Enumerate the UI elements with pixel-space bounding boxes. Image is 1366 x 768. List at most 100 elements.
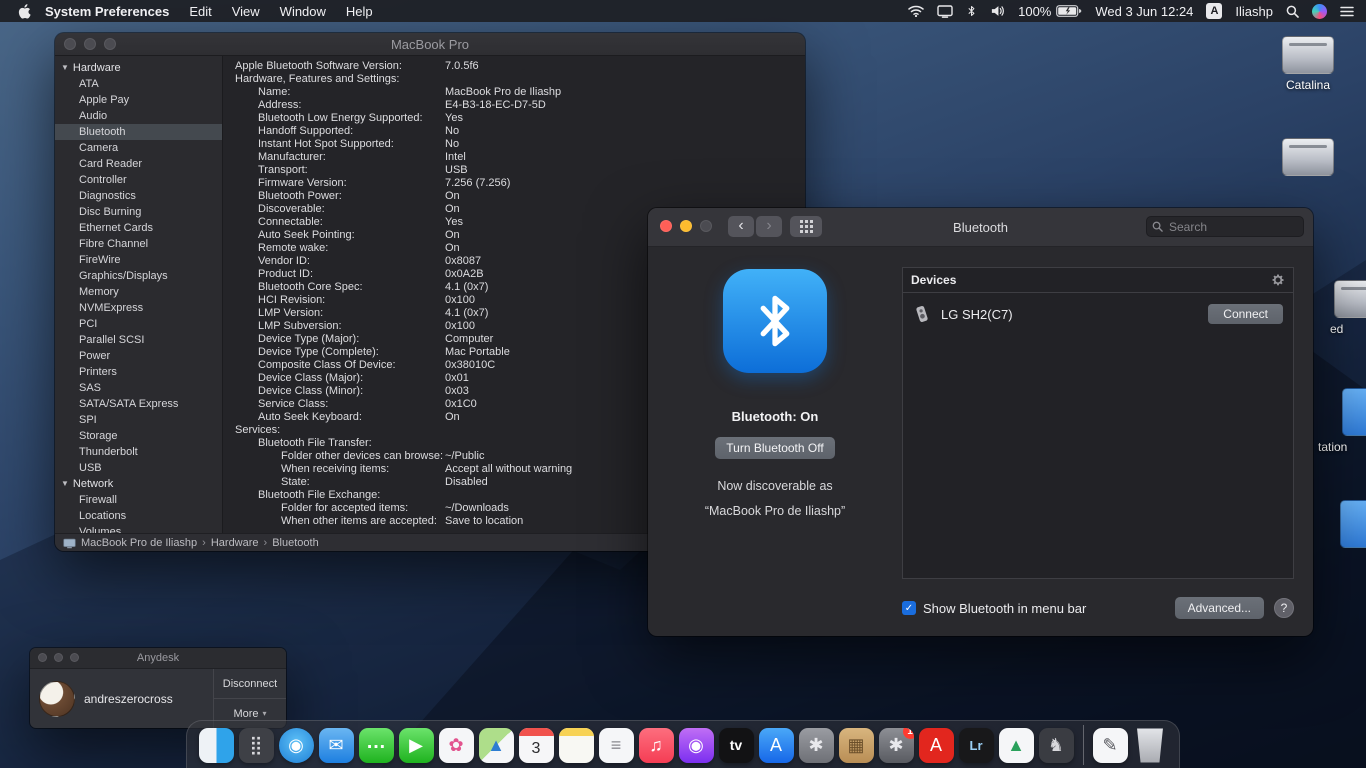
dock-calendar[interactable]: 3 <box>517 726 555 764</box>
disclosure-triangle-icon[interactable]: ▼ <box>61 476 69 492</box>
sidebar-item[interactable]: ▼NVMExpress <box>55 300 222 316</box>
sidebar-item[interactable]: ▼Camera <box>55 140 222 156</box>
siri-icon[interactable] <box>1312 4 1327 19</box>
sidebar-item[interactable]: ▼Network <box>55 476 222 492</box>
menu-item[interactable]: Window <box>280 4 326 19</box>
sidebar-item[interactable]: ▼Graphics/Displays <box>55 268 222 284</box>
sidebar-item[interactable]: ▼Thunderbolt <box>55 444 222 460</box>
connect-button[interactable]: Connect <box>1208 304 1283 324</box>
sidebar-item[interactable]: ▼Fibre Channel <box>55 236 222 252</box>
sidebar-item[interactable]: ▼Firewall <box>55 492 222 508</box>
sidebar-item[interactable]: ▼Card Reader <box>55 156 222 172</box>
minimize-button[interactable] <box>680 220 692 232</box>
dock-notes[interactable] <box>557 726 595 764</box>
sidebar-item[interactable]: ▼Parallel SCSI <box>55 332 222 348</box>
desktop-icon-catalina[interactable]: Catalina <box>1270 36 1346 92</box>
dock-google-drive[interactable]: ▲ <box>997 726 1035 764</box>
search-input[interactable] <box>1167 219 1298 235</box>
close-button[interactable] <box>64 38 76 50</box>
dock-podcasts[interactable]: ◉ <box>677 726 715 764</box>
dock-facetime[interactable]: ▶ <box>397 726 435 764</box>
sidebar-item[interactable]: ▼SAS <box>55 380 222 396</box>
sidebar-item[interactable]: ▼Bluetooth <box>55 124 222 140</box>
dock-system-preferences[interactable]: ✱ <box>797 726 835 764</box>
dock-photos[interactable]: ✿ <box>437 726 475 764</box>
menu-bar-clock[interactable]: Wed 3 Jun 12:24 <box>1095 4 1193 19</box>
search-field[interactable] <box>1146 216 1304 237</box>
close-button[interactable] <box>660 220 672 232</box>
fast-user-switching[interactable]: Iliashp <box>1235 4 1273 19</box>
dock-finder[interactable] <box>197 726 235 764</box>
help-button[interactable]: ? <box>1274 598 1294 618</box>
dock-toolbox[interactable]: ▦ <box>837 726 875 764</box>
dock-maps[interactable]: ▲ <box>477 726 515 764</box>
active-app-name[interactable]: System Preferences <box>45 4 169 19</box>
sidebar-item[interactable]: ▼Locations <box>55 508 222 524</box>
dock-trash[interactable] <box>1131 726 1169 764</box>
menu-item[interactable]: Help <box>346 4 373 19</box>
apple-menu[interactable] <box>18 4 31 19</box>
input-source-icon[interactable]: A <box>1206 3 1222 19</box>
sidebar-item[interactable]: ▼USB <box>55 460 222 476</box>
sidebar-item[interactable]: ▼Hardware <box>55 60 222 76</box>
desktop-icon-partial-ed[interactable]: ed <box>1322 280 1366 336</box>
sidebar-item[interactable]: ▼PCI <box>55 316 222 332</box>
battery-status[interactable]: 100% <box>1018 4 1082 19</box>
dock-reminders[interactable]: ≡ <box>597 726 635 764</box>
close-button[interactable] <box>38 653 47 662</box>
breadcrumb-bluetooth[interactable]: Bluetooth <box>272 537 318 549</box>
dock-tv[interactable]: tv <box>717 726 755 764</box>
dock-textedit[interactable]: ✎ <box>1091 726 1129 764</box>
volume-icon[interactable] <box>990 5 1005 17</box>
dock-music[interactable]: ♫ <box>637 726 675 764</box>
dock-app-store[interactable]: A <box>757 726 795 764</box>
dock-adobe-acrobat[interactable]: A <box>917 726 955 764</box>
dock-messages[interactable]: … <box>357 726 395 764</box>
sidebar-item[interactable]: ▼Ethernet Cards <box>55 220 222 236</box>
sidebar-item[interactable]: ▼Memory <box>55 284 222 300</box>
desktop-icon-disk2[interactable] <box>1270 138 1346 180</box>
desktop-icon-partial-file[interactable] <box>1340 500 1366 552</box>
menu-item[interactable]: View <box>232 4 260 19</box>
wifi-icon[interactable] <box>908 5 924 17</box>
sidebar-item[interactable]: ▼Controller <box>55 172 222 188</box>
zoom-button[interactable] <box>700 220 712 232</box>
dock-mail[interactable]: ✉ <box>317 726 355 764</box>
show-in-menubar-checkbox[interactable]: ✓ <box>902 601 916 615</box>
zoom-button[interactable] <box>104 38 116 50</box>
sidebar-item[interactable]: ▼Diagnostics <box>55 188 222 204</box>
sidebar-item[interactable]: ▼SATA/SATA Express <box>55 396 222 412</box>
sidebar-item[interactable]: ▼FireWire <box>55 252 222 268</box>
sidebar-item[interactable]: ▼Audio <box>55 108 222 124</box>
breadcrumb-computer[interactable]: MacBook Pro de Iliashp <box>81 537 197 549</box>
dock-software-update[interactable]: ✱ 1 <box>877 726 915 764</box>
sidebar-item[interactable]: ▼SPI <box>55 412 222 428</box>
turn-bluetooth-off-button[interactable]: Turn Bluetooth Off <box>715 437 834 459</box>
forward-button[interactable]: › <box>756 216 782 237</box>
dock-adobe-lightroom[interactable]: Lr <box>957 726 995 764</box>
show-all-button[interactable] <box>790 216 822 237</box>
dock-chess[interactable]: ♞ <box>1037 726 1075 764</box>
minimize-button[interactable] <box>54 653 63 662</box>
gear-icon[interactable] <box>1271 273 1285 287</box>
desktop-icon-partial-tation[interactable]: tation <box>1316 388 1366 454</box>
sidebar-item[interactable]: ▼Printers <box>55 364 222 380</box>
sidebar-item[interactable]: ▼ATA <box>55 76 222 92</box>
spotlight-icon[interactable] <box>1286 5 1299 18</box>
bluetooth-menu-icon[interactable] <box>966 4 977 18</box>
minimize-button[interactable] <box>84 38 96 50</box>
zoom-button[interactable] <box>70 653 79 662</box>
sidebar-item[interactable]: ▼Apple Pay <box>55 92 222 108</box>
advanced-button[interactable]: Advanced... <box>1175 597 1264 619</box>
LG SH2(C7)[interactable]: LG SH2(C7) Connect <box>903 293 1293 335</box>
back-button[interactable]: ‹ <box>728 216 754 237</box>
sidebar-item[interactable]: ▼Power <box>55 348 222 364</box>
displays-icon[interactable] <box>937 5 953 18</box>
disconnect-button[interactable]: Disconnect <box>214 669 286 698</box>
dock-launchpad[interactable]: ⣿ <box>237 726 275 764</box>
breadcrumb-hardware[interactable]: Hardware <box>211 537 259 549</box>
dock-safari[interactable]: ◉ <box>277 726 315 764</box>
sidebar-item[interactable]: ▼Storage <box>55 428 222 444</box>
disclosure-triangle-icon[interactable]: ▼ <box>61 60 69 76</box>
dock-separator[interactable] <box>1077 726 1089 764</box>
